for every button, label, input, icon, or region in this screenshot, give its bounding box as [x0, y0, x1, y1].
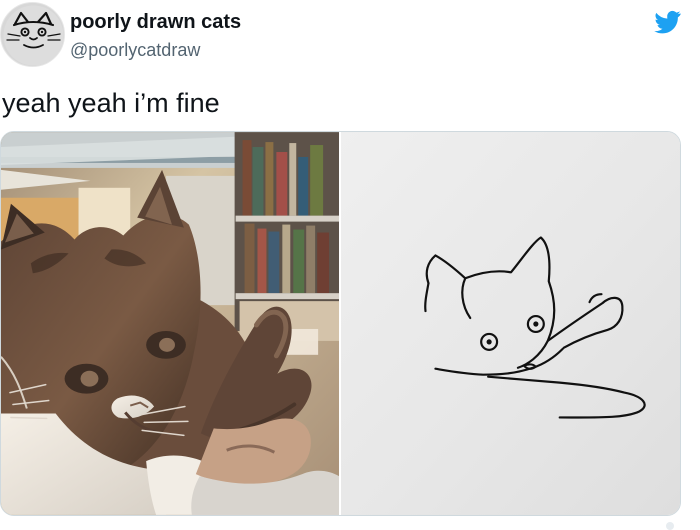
twitter-bird-icon[interactable] — [652, 8, 682, 36]
display-name[interactable]: poorly drawn cats — [70, 10, 241, 34]
avatar[interactable] — [0, 2, 65, 67]
tweet-card: poorly drawn cats @poorlycatdraw yeah ye… — [0, 0, 700, 530]
bottom-strip — [0, 516, 700, 530]
tweet-media[interactable] — [0, 131, 681, 516]
cat-drawing[interactable] — [339, 132, 680, 515]
info-icon[interactable] — [666, 522, 674, 530]
cat-photo[interactable] — [1, 132, 339, 515]
handle[interactable]: @poorlycatdraw — [70, 39, 200, 61]
tweet-text: yeah yeah i’m fine — [2, 88, 220, 118]
